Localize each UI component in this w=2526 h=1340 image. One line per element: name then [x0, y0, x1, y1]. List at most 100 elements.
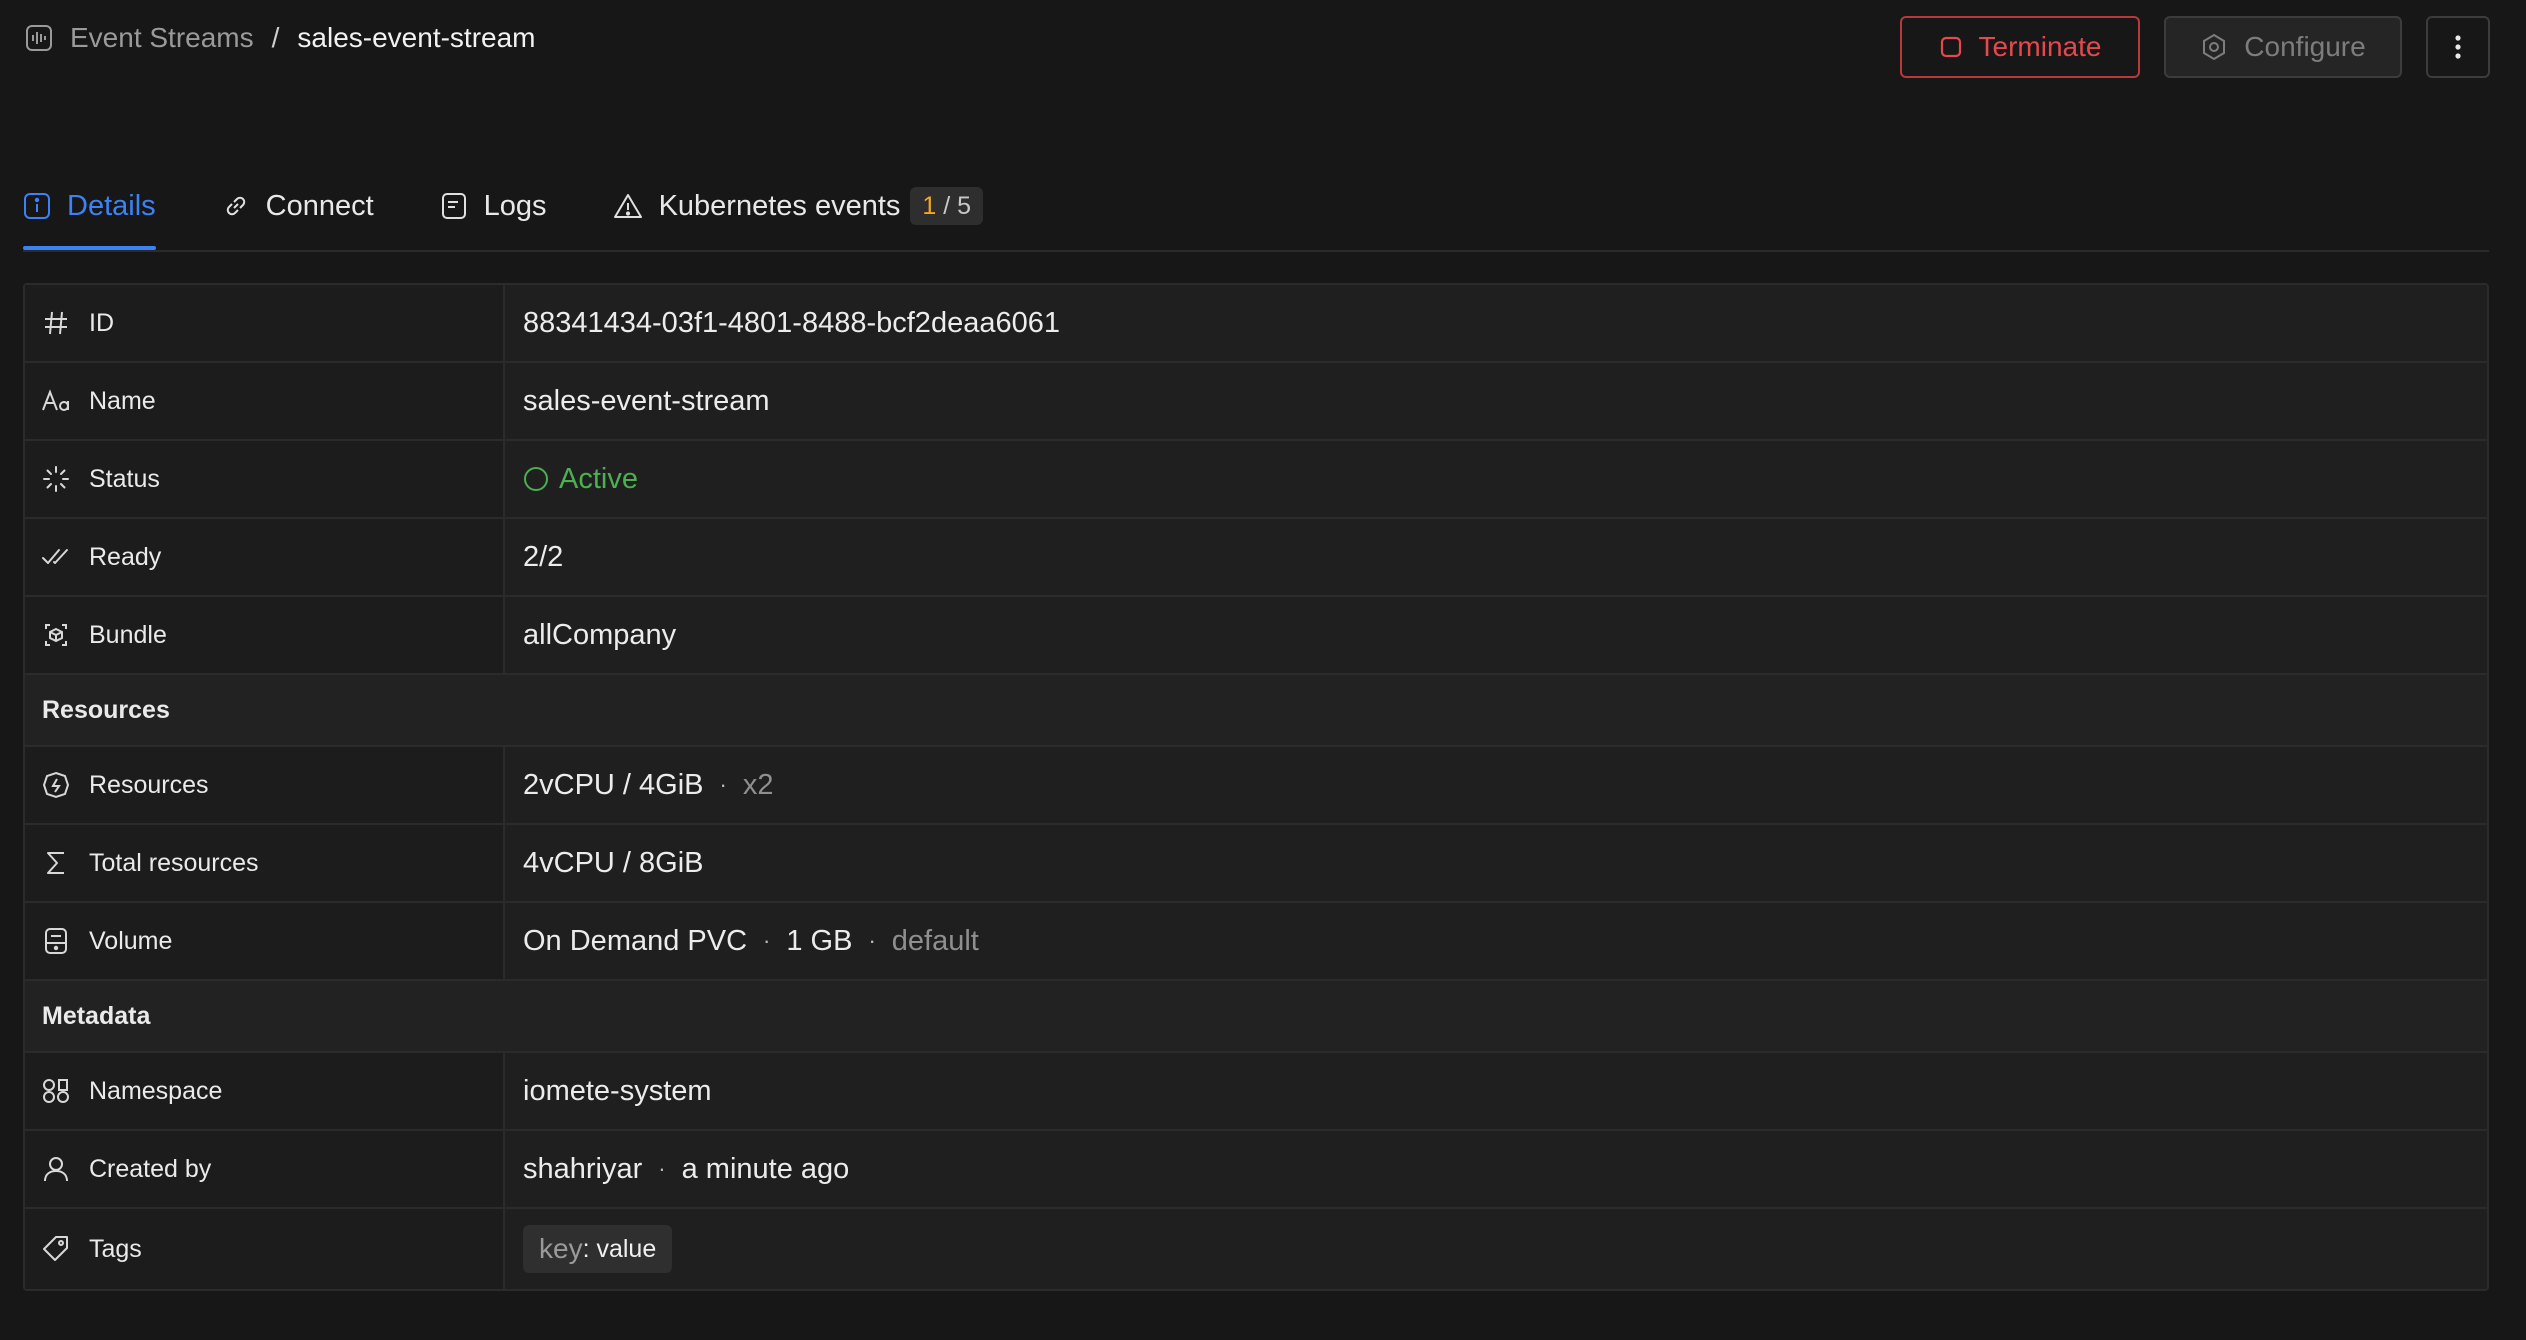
configure-button[interactable]: Configure: [2164, 16, 2402, 78]
vertical-dots-icon: [2454, 34, 2462, 60]
link-icon: [222, 192, 250, 220]
detail-row-id-label: ID: [25, 285, 505, 361]
more-options-button[interactable]: [2426, 16, 2490, 78]
tags-value-cell: key: value: [505, 1209, 2487, 1289]
text-case-icon: [41, 386, 71, 416]
volume-label: Volume: [89, 926, 173, 955]
section-header-metadata: Metadata: [25, 981, 2487, 1053]
detail-row-resources: Resources 2vCPU / 4GiB · x2: [25, 747, 2487, 825]
detail-tabs: Details Connect Logs Kubernetes events 1…: [23, 178, 2489, 252]
breadcrumb-separator: /: [271, 22, 280, 53]
detail-row-created-by: Created by shahriyar · a minute ago: [25, 1131, 2487, 1209]
details-table: ID 88341434-03f1-4801-8488-bcf2deaa6061 …: [23, 283, 2489, 1291]
storage-icon: [41, 926, 71, 956]
tab-kubernetes-events[interactable]: Kubernetes events 1 / 5: [613, 178, 984, 234]
namespace-value: iomete-system: [505, 1053, 2487, 1129]
event-stream-icon: [24, 23, 54, 53]
tag-chip: key: value: [523, 1225, 673, 1273]
resources-value: 2vCPU / 4GiB: [523, 768, 704, 801]
separator-dot: ·: [868, 928, 876, 953]
breadcrumb-current: sales-event-stream: [297, 22, 536, 53]
tab-logs[interactable]: Logs: [440, 178, 547, 234]
detail-row-id: ID 88341434-03f1-4801-8488-bcf2deaa6061: [25, 285, 2487, 363]
status-badge: Active: [523, 463, 638, 496]
status-value: Active: [559, 462, 638, 495]
tag-value: : value: [582, 1234, 657, 1263]
detail-row-name: Name sales-event-stream: [25, 363, 2487, 441]
detail-row-status: Status Active: [25, 441, 2487, 519]
double-check-icon: [41, 542, 71, 572]
bundle-value: allCompany: [505, 597, 2487, 673]
detail-row-bundle-label: Bundle: [25, 597, 505, 673]
namespace-label: Namespace: [89, 1076, 223, 1105]
section-header-resources: Resources: [25, 675, 2487, 747]
status-circle-icon: [523, 466, 549, 492]
warning-count: 1: [922, 191, 937, 220]
tag-key: key: [539, 1233, 583, 1264]
total-resources-value: 4vCPU / 8GiB: [505, 825, 2487, 901]
detail-row-created-by-label: Created by: [25, 1131, 505, 1207]
bundle-icon: [41, 620, 71, 650]
detail-row-ready: Ready 2/2: [25, 519, 2487, 597]
configure-label: Configure: [2244, 31, 2366, 62]
id-value: 88341434-03f1-4801-8488-bcf2deaa6061: [505, 285, 2487, 361]
tab-connect-label: Connect: [265, 189, 374, 222]
resources-multiplier: x2: [742, 768, 774, 801]
volume-storage-class: default: [891, 924, 979, 957]
loader-icon: [41, 464, 71, 494]
created-by-user: shahriyar: [523, 1152, 643, 1185]
detail-row-namespace-label: Namespace: [25, 1053, 505, 1129]
created-time: a minute ago: [681, 1152, 850, 1185]
hash-icon: [41, 308, 71, 338]
detail-row-tags: Tags key: value: [25, 1209, 2487, 1289]
resources-value-cell: 2vCPU / 4GiB · x2: [505, 747, 2487, 823]
detail-row-name-label: Name: [25, 363, 505, 439]
breadcrumb-event-streams-link[interactable]: Event Streams: [70, 22, 254, 54]
ready-value: 2/2: [505, 519, 2487, 595]
detail-row-ready-label: Ready: [25, 519, 505, 595]
kubernetes-events-count-badge: 1 / 5: [910, 187, 984, 225]
stop-icon: [1939, 35, 1963, 59]
id-label: ID: [89, 308, 114, 337]
detail-row-status-label: Status: [25, 441, 505, 517]
total-resources-label: Total resources: [89, 848, 259, 877]
created-by-value-cell: shahriyar · a minute ago: [505, 1131, 2487, 1207]
status-value-cell: Active: [505, 441, 2487, 517]
terminate-label: Terminate: [1978, 31, 2102, 62]
cpu-icon: [41, 770, 71, 800]
detail-row-total-resources-label: Total resources: [25, 825, 505, 901]
gear-icon: [2200, 33, 2228, 61]
volume-type: On Demand PVC: [523, 924, 748, 957]
warning-triangle-icon: [613, 192, 643, 220]
info-icon: [23, 192, 51, 220]
separator-dot: ·: [658, 1156, 666, 1181]
detail-row-bundle: Bundle allCompany: [25, 597, 2487, 675]
detail-row-total-resources: Total resources 4vCPU / 8GiB: [25, 825, 2487, 903]
tab-details-label: Details: [67, 189, 156, 222]
total-count: / 5: [943, 191, 972, 220]
logs-icon: [440, 192, 468, 220]
status-label: Status: [89, 464, 160, 493]
header-actions: Terminate Configure: [1900, 16, 2490, 78]
tab-logs-label: Logs: [483, 189, 547, 222]
detail-row-tags-label: Tags: [25, 1209, 505, 1289]
namespace-icon: [41, 1076, 71, 1106]
page-header: Event Streams / sales-event-stream Termi…: [24, 16, 2490, 82]
sigma-icon: [41, 848, 71, 878]
separator-dot: ·: [719, 772, 727, 797]
detail-row-namespace: Namespace iomete-system: [25, 1053, 2487, 1131]
volume-value-cell: On Demand PVC · 1 GB · default: [505, 903, 2487, 979]
terminate-button[interactable]: Terminate: [1900, 16, 2140, 78]
tab-details[interactable]: Details: [23, 178, 156, 250]
event-stream-detail-page: Event Streams / sales-event-stream Termi…: [0, 0, 2526, 1340]
breadcrumb: Event Streams / sales-event-stream: [24, 18, 536, 58]
resources-label: Resources: [89, 770, 209, 799]
tag-icon: [41, 1234, 71, 1264]
separator-dot: ·: [763, 928, 771, 953]
ready-label: Ready: [89, 542, 162, 571]
tab-kubernetes-events-label: Kubernetes events: [658, 189, 901, 222]
name-label: Name: [89, 386, 156, 415]
tab-connect[interactable]: Connect: [222, 178, 374, 234]
detail-row-volume-label: Volume: [25, 903, 505, 979]
user-icon: [41, 1154, 71, 1184]
